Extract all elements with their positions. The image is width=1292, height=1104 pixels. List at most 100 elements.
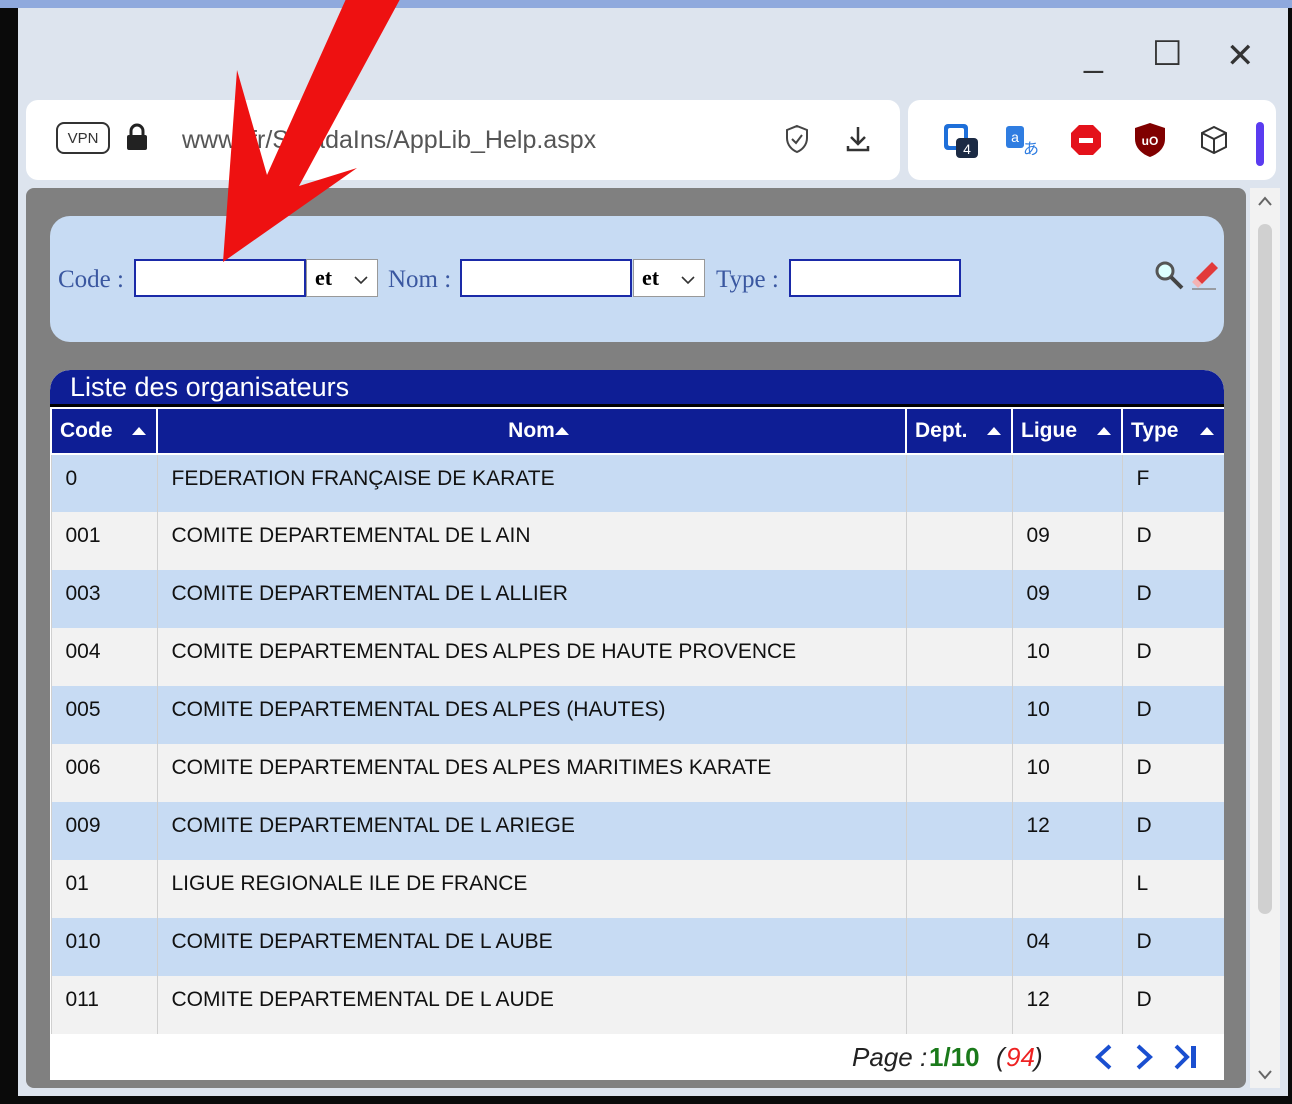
sort-asc-icon[interactable] (132, 427, 146, 435)
sort-asc-icon[interactable] (1200, 427, 1214, 435)
cell-dept (905, 512, 1012, 570)
table-row[interactable]: 009 COMITE DEPARTEMENTAL DE L ARIEGE 12 D (50, 802, 1224, 860)
cell-ligue: 12 (1011, 976, 1122, 1034)
column-header-dept[interactable]: Dept. (905, 407, 1013, 455)
scroll-up-icon[interactable] (1257, 194, 1273, 212)
pagination: Page : 1/10 ( 94 ) (50, 1034, 1224, 1080)
cell-type: D (1121, 744, 1224, 802)
cell-type: L (1121, 860, 1224, 918)
previous-page-icon[interactable] (1092, 1042, 1116, 1077)
table-row[interactable]: 004 COMITE DEPARTEMENTAL DES ALPES DE HAU… (50, 628, 1224, 686)
table-row[interactable]: 003 COMITE DEPARTEMENTAL DE L ALLIER 09 D (50, 570, 1224, 628)
extension-badge-count: 4 (963, 141, 971, 157)
cell-dept (905, 918, 1012, 976)
cell-nom: COMITE DEPARTEMENTAL DE L ALLIER (156, 570, 906, 628)
ublock-origin-icon[interactable]: uO (1130, 120, 1170, 160)
tab-counter-extension-icon[interactable]: 4 (940, 120, 980, 160)
cell-code: 009 (50, 802, 157, 860)
vertical-scrollbar[interactable] (1250, 188, 1280, 1088)
cube-extension-icon[interactable] (1194, 120, 1234, 160)
last-page-icon[interactable] (1170, 1042, 1200, 1077)
vpn-badge[interactable]: VPN (56, 122, 110, 154)
cell-code: 006 (50, 744, 157, 802)
cell-ligue: 10 (1011, 744, 1122, 802)
cell-code: 0 (50, 454, 157, 512)
table-row[interactable]: 001 COMITE DEPARTEMENTAL DE L AIN 09 D (50, 512, 1224, 570)
stop-extension-icon[interactable] (1066, 120, 1106, 160)
table-row[interactable]: 006 COMITE DEPARTEMENTAL DES ALPES MARITI… (50, 744, 1224, 802)
cell-nom: COMITE DEPARTEMENTAL DES ALPES (HAUTES) (156, 686, 906, 744)
cell-dept (905, 628, 1012, 686)
table-row[interactable]: 005 COMITE DEPARTEMENTAL DES ALPES (HAUTE… (50, 686, 1224, 744)
cell-nom: COMITE DEPARTEMENTAL DES ALPES DE HAUTE … (156, 628, 906, 686)
download-icon[interactable] (844, 124, 872, 159)
cell-nom: COMITE DEPARTEMENTAL DE L AUBE (156, 918, 906, 976)
cell-dept (905, 744, 1012, 802)
column-header-ligue[interactable]: Ligue (1011, 407, 1123, 455)
sidebar-toggle[interactable] (1256, 122, 1264, 166)
column-header-nom[interactable]: Nom (156, 407, 907, 455)
address-bar[interactable]: VPN www .fr/SiKadaIns/AppLib_Help.aspx (26, 100, 900, 180)
cell-nom: LIGUE REGIONALE ILE DE FRANCE (156, 860, 906, 918)
nom-label: Nom : (388, 266, 452, 293)
page-value: 1/10 (929, 1042, 980, 1072)
cell-type: D (1121, 918, 1224, 976)
nom-input[interactable] (460, 259, 632, 297)
cell-code: 01 (50, 860, 157, 918)
cell-type: D (1121, 628, 1224, 686)
table-row[interactable]: 01 LIGUE REGIONALE ILE DE FRANCE L (50, 860, 1224, 918)
search-icon[interactable] (1152, 258, 1186, 297)
result-count: 94 (1006, 1042, 1035, 1072)
cell-ligue: 12 (1011, 802, 1122, 860)
chevron-down-icon (353, 268, 369, 294)
cell-type: D (1121, 570, 1224, 628)
lock-icon[interactable] (124, 122, 150, 157)
translate-extension-icon[interactable]: aあ (1002, 120, 1042, 160)
cell-code: 011 (50, 976, 157, 1034)
code-label: Code : (58, 266, 124, 293)
sort-asc-icon[interactable] (555, 427, 569, 435)
cell-type: F (1121, 454, 1224, 512)
cell-code: 010 (50, 918, 157, 976)
count-close-paren: ) (1034, 1042, 1043, 1072)
cell-ligue: 04 (1011, 918, 1122, 976)
svg-text:uO: uO (1142, 134, 1159, 148)
eraser-icon[interactable] (1190, 258, 1220, 297)
shield-icon[interactable] (784, 124, 810, 159)
minimize-button[interactable]: _ (1084, 36, 1103, 75)
column-header-code[interactable]: Code (50, 407, 158, 455)
cell-type: D (1121, 686, 1224, 744)
close-button[interactable]: ✕ (1226, 36, 1255, 76)
type-input[interactable] (789, 259, 961, 297)
svg-text:あ: あ (1023, 139, 1039, 158)
table-row[interactable]: 0 FEDERATION FRANÇAISE DE KARATE F (50, 454, 1224, 512)
red-arrow-annotation (223, 0, 400, 262)
cell-type: D (1121, 802, 1224, 860)
column-header-type[interactable]: Type (1121, 407, 1224, 455)
cell-ligue: 10 (1011, 628, 1122, 686)
page-viewport: Code : et Nom : et Type : Liste des orga… (26, 188, 1246, 1088)
extensions-bar: 4 aあ uO (908, 100, 1276, 180)
scrollbar-thumb[interactable] (1258, 224, 1272, 914)
cell-ligue: 09 (1011, 570, 1122, 628)
cell-ligue: 10 (1011, 686, 1122, 744)
cell-dept (905, 860, 1012, 918)
cell-dept (905, 976, 1012, 1034)
sort-asc-icon[interactable] (1097, 427, 1111, 435)
nom-operator-select[interactable]: et (633, 259, 705, 297)
table-row[interactable]: 011 COMITE DEPARTEMENTAL DE L AUDE 12 D (50, 976, 1224, 1034)
cell-nom: COMITE DEPARTEMENTAL DES ALPES MARITIMES… (156, 744, 906, 802)
list-title: Liste des organisateurs (50, 370, 1224, 407)
organisateurs-table: Code Nom Dept. Ligue Type 0 FEDERATION FR… (50, 407, 1224, 1034)
cell-type: D (1121, 976, 1224, 1034)
sort-asc-icon[interactable] (987, 427, 1001, 435)
table-row[interactable]: 010 COMITE DEPARTEMENTAL DE L AUBE 04 D (50, 918, 1224, 976)
maximize-button[interactable]: ☐ (1152, 34, 1182, 74)
next-page-icon[interactable] (1132, 1042, 1156, 1077)
scroll-down-icon[interactable] (1257, 1068, 1273, 1086)
cell-dept (905, 802, 1012, 860)
cell-dept (905, 686, 1012, 744)
count-open-paren: ( (996, 1042, 1005, 1072)
cell-ligue (1011, 860, 1122, 918)
type-label: Type : (716, 266, 779, 293)
